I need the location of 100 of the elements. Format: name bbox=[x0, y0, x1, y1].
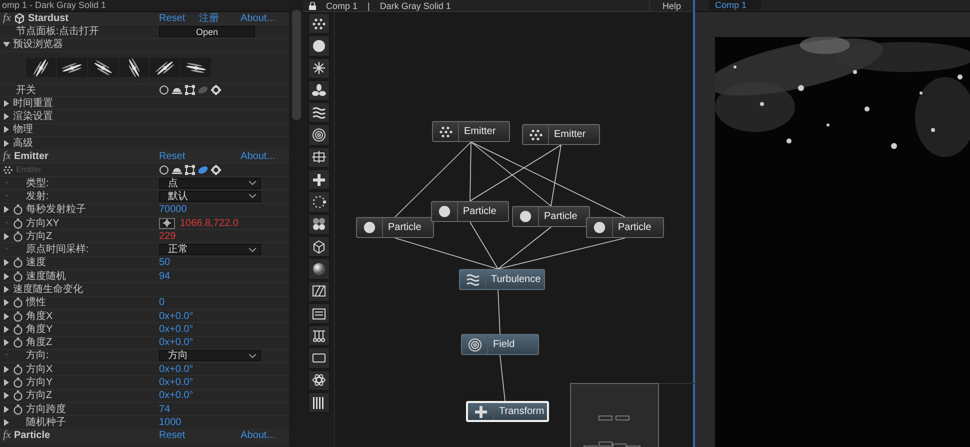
stopwatch-icon[interactable] bbox=[13, 297, 23, 308]
value-field[interactable]: 0x+0.0° bbox=[159, 377, 194, 388]
link[interactable]: Reset bbox=[159, 430, 186, 442]
graph-node[interactable]: Field bbox=[461, 334, 539, 355]
value-field[interactable]: 50 bbox=[159, 257, 170, 268]
graph-node[interactable]: Particle bbox=[512, 206, 590, 227]
expander-icon[interactable] bbox=[3, 100, 10, 107]
expander-icon[interactable] bbox=[3, 406, 10, 413]
tool-button[interactable] bbox=[308, 13, 330, 34]
switch-icon[interactable] bbox=[159, 85, 169, 96]
stopwatch-icon[interactable] bbox=[13, 270, 23, 282]
link[interactable]: About... bbox=[240, 430, 275, 442]
group-label[interactable]: 时间重置 bbox=[13, 98, 53, 109]
dropdown[interactable]: 正常 bbox=[159, 244, 261, 256]
tool-button[interactable] bbox=[308, 124, 330, 146]
link[interactable]: Reset bbox=[159, 12, 186, 24]
expander-icon[interactable] bbox=[3, 41, 10, 48]
shape-icon[interactable] bbox=[211, 164, 221, 175]
stopwatch-icon[interactable] bbox=[13, 204, 23, 216]
group-label[interactable]: 预设浏览器 bbox=[13, 39, 63, 50]
stopwatch-icon[interactable] bbox=[13, 230, 23, 242]
switch-icon[interactable] bbox=[172, 85, 182, 96]
stopwatch-icon[interactable] bbox=[13, 404, 23, 415]
value-field[interactable]: 94 bbox=[159, 270, 170, 282]
expander-icon[interactable] bbox=[3, 392, 10, 400]
stopwatch-icon[interactable] bbox=[13, 218, 23, 228]
value-field[interactable]: 0x+0.0° bbox=[159, 390, 194, 402]
value-field[interactable]: 229 bbox=[159, 230, 176, 242]
tool-button[interactable] bbox=[308, 392, 330, 414]
tool-button[interactable] bbox=[308, 191, 330, 213]
dropdown[interactable]: 默认 bbox=[159, 190, 261, 202]
stopwatch-icon[interactable] bbox=[13, 324, 23, 335]
comp-tab[interactable]: Comp 1 bbox=[709, 0, 761, 10]
crosshair-button[interactable] bbox=[159, 218, 175, 228]
graph-node[interactable]: Particle bbox=[356, 217, 434, 238]
group-label[interactable]: 渲染设置 bbox=[13, 111, 53, 122]
link[interactable]: Reset bbox=[159, 151, 186, 162]
shape-icon[interactable] bbox=[185, 164, 195, 175]
scrollbar-thumb[interactable] bbox=[292, 10, 300, 120]
value-field[interactable]: 0x+0.0° bbox=[159, 324, 194, 335]
expander-icon[interactable] bbox=[3, 232, 10, 240]
tool-button[interactable] bbox=[308, 35, 330, 57]
tool-button[interactable] bbox=[308, 214, 330, 235]
stopwatch-icon[interactable] bbox=[13, 257, 23, 268]
dropdown[interactable]: 点 bbox=[159, 178, 261, 189]
value-field[interactable]: 74 bbox=[159, 404, 170, 415]
expander-icon[interactable] bbox=[3, 312, 10, 320]
tool-button[interactable] bbox=[308, 80, 330, 102]
tool-button[interactable] bbox=[308, 302, 330, 324]
switch-icon[interactable] bbox=[211, 85, 221, 96]
value-field[interactable]: 0x+0.0° bbox=[159, 310, 194, 322]
graph-node[interactable]: Emitter bbox=[522, 124, 600, 145]
expander-icon[interactable] bbox=[3, 126, 10, 134]
stopwatch-icon[interactable] bbox=[13, 337, 23, 348]
value-field[interactable]: 70000 bbox=[159, 204, 187, 216]
stopwatch-icon[interactable] bbox=[13, 390, 23, 402]
shape-icon[interactable] bbox=[198, 164, 208, 175]
value-field[interactable]: 0x+0.0° bbox=[159, 337, 194, 348]
lock-icon[interactable] bbox=[309, 2, 316, 10]
tool-button[interactable] bbox=[308, 58, 330, 79]
tool-button[interactable] bbox=[308, 280, 330, 302]
group-label[interactable]: 高级 bbox=[13, 138, 33, 149]
tool-button[interactable] bbox=[308, 146, 330, 168]
shape-icon[interactable] bbox=[159, 164, 169, 175]
expander-icon[interactable] bbox=[3, 272, 10, 280]
tool-button[interactable] bbox=[308, 236, 330, 258]
stopwatch-icon[interactable] bbox=[13, 310, 23, 322]
tool-button[interactable] bbox=[308, 325, 330, 346]
expander-icon[interactable] bbox=[3, 286, 10, 293]
value-field[interactable]: 1000 bbox=[159, 416, 182, 428]
link[interactable]: About... bbox=[240, 12, 275, 24]
graph-node[interactable]: Particle bbox=[431, 201, 509, 222]
minimap[interactable] bbox=[570, 383, 659, 447]
expander-icon[interactable] bbox=[3, 299, 10, 306]
expander-icon[interactable] bbox=[3, 326, 10, 333]
stopwatch-icon[interactable] bbox=[13, 364, 23, 375]
link[interactable]: About... bbox=[240, 151, 275, 162]
tool-button[interactable] bbox=[308, 102, 330, 124]
tool-button[interactable] bbox=[308, 258, 330, 280]
expander-icon[interactable] bbox=[3, 259, 10, 266]
help-menu[interactable]: Help bbox=[649, 0, 693, 10]
group-label[interactable]: 物理 bbox=[13, 124, 33, 136]
graph-node[interactable]: Transform bbox=[466, 401, 550, 422]
value-field[interactable]: 0 bbox=[159, 297, 165, 308]
value-field[interactable]: 0x+0.0° bbox=[159, 364, 194, 375]
group-label[interactable]: 速度随生命变化 bbox=[13, 284, 83, 295]
expander-icon[interactable] bbox=[3, 140, 10, 147]
expander-icon[interactable] bbox=[3, 418, 10, 426]
stopwatch-icon[interactable] bbox=[13, 377, 23, 388]
dropdown[interactable]: 方向 bbox=[159, 350, 261, 362]
graph-node[interactable]: Turbulence bbox=[459, 269, 545, 290]
tool-button[interactable] bbox=[308, 169, 330, 190]
switch-icon[interactable] bbox=[185, 85, 195, 96]
tool-button[interactable] bbox=[308, 347, 330, 369]
tool-button[interactable] bbox=[308, 370, 330, 392]
switch-icon[interactable] bbox=[198, 85, 208, 96]
link[interactable]: 注册 bbox=[199, 12, 220, 24]
open-button[interactable]: Open bbox=[159, 26, 255, 37]
expander-icon[interactable] bbox=[3, 379, 10, 386]
expander-icon[interactable] bbox=[3, 113, 10, 120]
